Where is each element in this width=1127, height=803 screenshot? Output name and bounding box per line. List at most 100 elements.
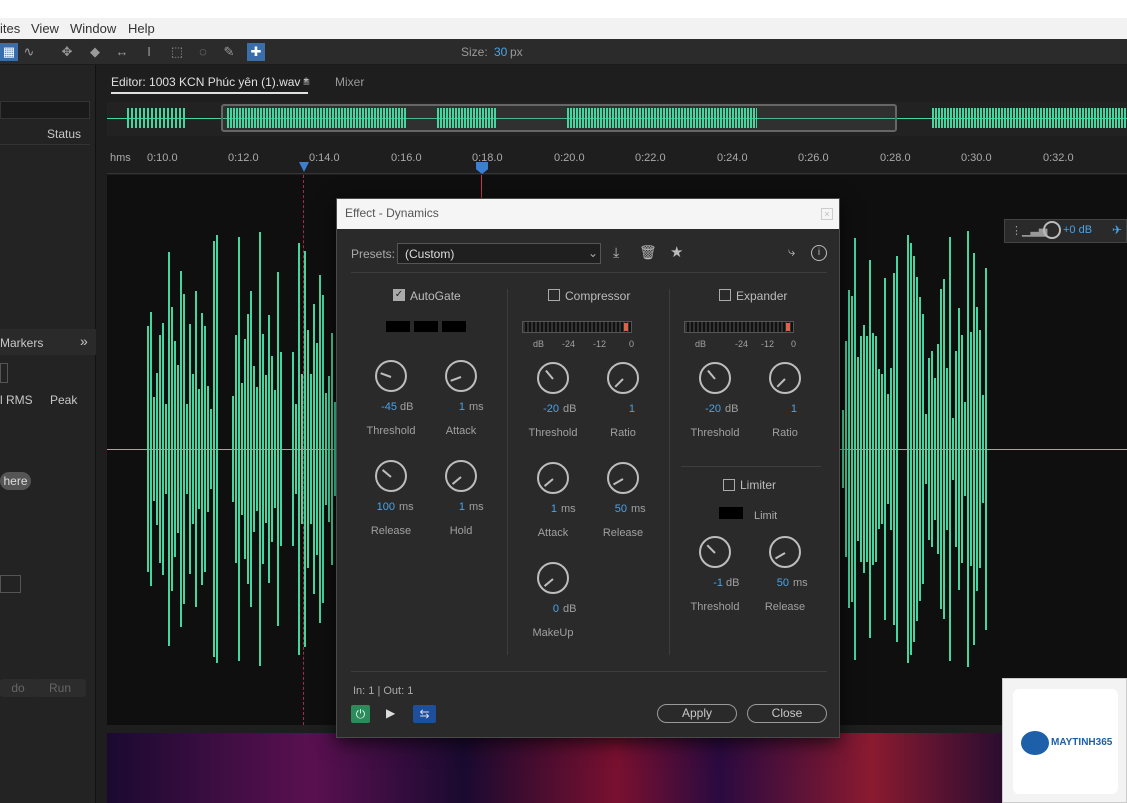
dialog-title-bar[interactable]: Effect - Dynamics × (337, 199, 839, 229)
brush-tool-icon[interactable]: ✎ (220, 43, 238, 61)
tab-mixer[interactable]: Mixer (335, 75, 364, 89)
hud-gain-value[interactable]: +0 dB (1063, 224, 1092, 236)
lim-threshold-knob[interactable] (699, 536, 731, 568)
spectral-display[interactable] (107, 733, 1127, 803)
pin-icon[interactable]: ✈ (1112, 223, 1122, 237)
files-search-field[interactable] (0, 101, 90, 119)
waveform-bar (860, 335, 862, 563)
exp-threshold-knob[interactable] (699, 362, 731, 394)
comp-attack-value[interactable]: 1 (537, 503, 557, 515)
comp-ratio-value[interactable]: 1 (613, 403, 635, 415)
comp-release-value[interactable]: 50 (605, 503, 627, 515)
comp-makeup-knob[interactable] (537, 562, 569, 594)
comp-makeup-unit: dB (563, 603, 577, 615)
waveform-bar (156, 372, 158, 526)
panel-expand-icon[interactable]: » (80, 333, 88, 349)
waveform-bar (198, 388, 200, 509)
power-icon[interactable]: ⏻ (351, 705, 370, 723)
undo-button[interactable]: do (0, 679, 36, 697)
time-ruler[interactable]: hms 0:10.0 0:12.0 0:14.0 0:16.0 0:18.0 0… (107, 150, 1127, 174)
comp-threshold-knob[interactable] (537, 362, 569, 394)
lim-threshold-value[interactable]: -1 (697, 577, 723, 589)
drop-here-button[interactable]: here (0, 472, 31, 490)
waveform-bar (328, 376, 330, 522)
run-button[interactable]: Run (34, 679, 86, 697)
levels-dropdown[interactable] (0, 363, 8, 383)
close-button[interactable]: Close (747, 704, 827, 723)
comp-makeup-value[interactable]: 0 (537, 603, 559, 615)
slip-tool-icon[interactable]: ↔ (113, 43, 131, 61)
waveform-bar (916, 276, 918, 621)
dialog-title: Effect - Dynamics (345, 206, 439, 220)
gate-release-unit: ms (399, 501, 414, 513)
waveform-bar (937, 344, 939, 554)
gate-threshold-label: Threshold (366, 425, 416, 437)
waveform-bar (304, 251, 306, 647)
selection-start-handle[interactable] (299, 162, 309, 172)
hud-gain-control[interactable]: ⋮▁▃▅ +0 dB ✈ (1004, 219, 1127, 243)
gate-release-knob[interactable] (375, 460, 407, 492)
limiter-checkbox[interactable] (723, 479, 735, 491)
comp-release-label: Release (602, 527, 644, 539)
ruler-tick: 0:22.0 (635, 152, 666, 164)
razor-tool-icon[interactable]: ◆ (86, 43, 104, 61)
lim-release-knob[interactable] (769, 536, 801, 568)
presets-dropdown[interactable]: (Custom) ⌄ (397, 243, 601, 264)
comp-attack-label: Attack (537, 527, 569, 539)
info-icon[interactable]: i (811, 245, 827, 261)
menu-view[interactable]: View (31, 21, 59, 36)
volume-knob-icon[interactable] (1043, 221, 1061, 239)
menu-help[interactable]: Help (128, 21, 155, 36)
spot-healing-icon[interactable]: ✚ (247, 43, 265, 61)
move-tool-icon[interactable]: ✥ (58, 43, 76, 61)
gate-threshold-value[interactable]: -45 (369, 401, 397, 413)
tab-editor[interactable]: Editor: 1003 KCN Phúc yên (1).wav * (111, 75, 309, 94)
waveform-bar (295, 403, 297, 495)
comp-attack-knob[interactable] (537, 462, 569, 494)
presets-value: (Custom) (405, 247, 455, 261)
exp-ratio-value[interactable]: 1 (775, 403, 797, 415)
save-preset-icon[interactable]: ⤓ (613, 244, 619, 261)
markers-tab[interactable]: Markers » (0, 329, 96, 355)
comp-ratio-knob[interactable] (607, 362, 639, 394)
delete-preset-icon[interactable]: 🗑 (639, 244, 657, 261)
menu-favorites[interactable]: ites (0, 21, 20, 36)
loop-icon[interactable]: ⇆ (413, 705, 436, 723)
time-selection-icon[interactable]: I (140, 43, 158, 61)
gate-attack-knob[interactable] (445, 360, 477, 392)
gate-hold-knob[interactable] (445, 460, 477, 492)
apply-button[interactable]: Apply (657, 704, 737, 723)
hud-grip-icon[interactable]: ⋮▁▃▅ (1011, 224, 1047, 237)
tab-menu-icon[interactable]: ≡ (303, 75, 310, 89)
comp-release-knob[interactable] (607, 462, 639, 494)
size-value[interactable]: 30 (494, 45, 507, 59)
close-icon[interactable]: × (821, 208, 833, 220)
gate-hold-value[interactable]: 1 (445, 501, 465, 513)
lasso-tool-icon[interactable]: ◌ (194, 43, 212, 61)
waveform-bar (298, 243, 300, 655)
gate-threshold-knob[interactable] (375, 360, 407, 392)
autogate-checkbox[interactable]: ✓ (393, 289, 405, 301)
compressor-checkbox[interactable] (548, 289, 560, 301)
routing-icon[interactable]: ⤷ (788, 244, 795, 260)
marquee-tool-icon[interactable]: ⬚ (168, 43, 186, 61)
gate-release-value[interactable]: 100 (367, 501, 395, 513)
exp-threshold-value[interactable]: -20 (693, 403, 721, 415)
play-icon[interactable]: ▶ (386, 706, 395, 720)
waveform-bar (244, 339, 246, 559)
meter-label: -24 (735, 339, 749, 349)
waveform-view-icon[interactable]: ▦ (0, 43, 18, 61)
comp-threshold-value[interactable]: -20 (531, 403, 559, 415)
exp-ratio-knob[interactable] (769, 362, 801, 394)
lim-release-value[interactable]: 50 (767, 577, 789, 589)
overview-waveform[interactable] (107, 102, 1127, 136)
status-column-header[interactable]: Status (47, 127, 81, 141)
expander-checkbox[interactable] (719, 289, 731, 301)
comp-release-unit: ms (631, 503, 646, 515)
spectral-view-icon[interactable]: ∿ (20, 43, 38, 61)
favorite-star-icon[interactable]: ★ (670, 243, 683, 261)
preset-dropdown[interactable] (0, 575, 21, 593)
gate-attack-value[interactable]: 1 (445, 401, 465, 413)
playhead-handle[interactable] (476, 162, 488, 174)
menu-window[interactable]: Window (70, 21, 116, 36)
